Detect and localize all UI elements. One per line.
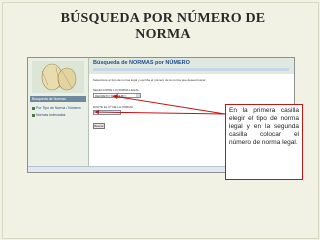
norma-number-input[interactable]: [93, 110, 121, 115]
slide-title: BÚSQUEDA POR NÚMERO DE NORMA: [33, 11, 293, 43]
sidebar-link-por-tipo[interactable]: Por Tipo de Norma / Número: [32, 106, 86, 111]
callout-text: En la primera casilla elegir el tipo de …: [229, 107, 299, 146]
chevron-down-icon: [136, 94, 140, 97]
bullet-icon: [32, 106, 35, 110]
logo-icon: [32, 61, 84, 93]
sidebar: Búsqueda de Normas Por Tipo de Norma / N…: [28, 58, 89, 172]
slide-title-line1: BÚSQUEDA POR NÚMERO DE: [60, 11, 266, 26]
page-header: Búsqueda de NORMAS por NÚMERO: [89, 58, 294, 74]
callout-box: En la primera casilla elegir el tipo de …: [225, 104, 303, 180]
logo: [32, 61, 84, 93]
bullet-icon: [32, 113, 35, 117]
subnav-bar: [93, 68, 289, 71]
norma-type-select[interactable]: DECRETO SUPREMO: [93, 93, 141, 98]
sidebar-link-label: Normas Indexadas: [36, 113, 66, 117]
norma-type-label: SELECCIONE LA NORMA LEGAL: [93, 88, 140, 92]
sidebar-link-label: Por Tipo de Norma / Número: [36, 106, 81, 110]
search-button[interactable]: Buscar: [93, 123, 105, 129]
sidebar-header: Búsqueda de Normas: [30, 96, 86, 102]
sidebar-link-indexadas[interactable]: Normas Indexadas: [32, 113, 86, 118]
norma-number-label: DIGITE EL Nº DE LA NORMA: [93, 105, 133, 109]
instructions-text: Seleccione el tipo de norma legal y escr…: [93, 78, 206, 82]
page-title: Búsqueda de NORMAS por NÚMERO: [93, 60, 190, 66]
slide-title-line2: NORMA: [135, 27, 191, 42]
norma-type-value: DECRETO SUPREMO: [95, 94, 126, 98]
